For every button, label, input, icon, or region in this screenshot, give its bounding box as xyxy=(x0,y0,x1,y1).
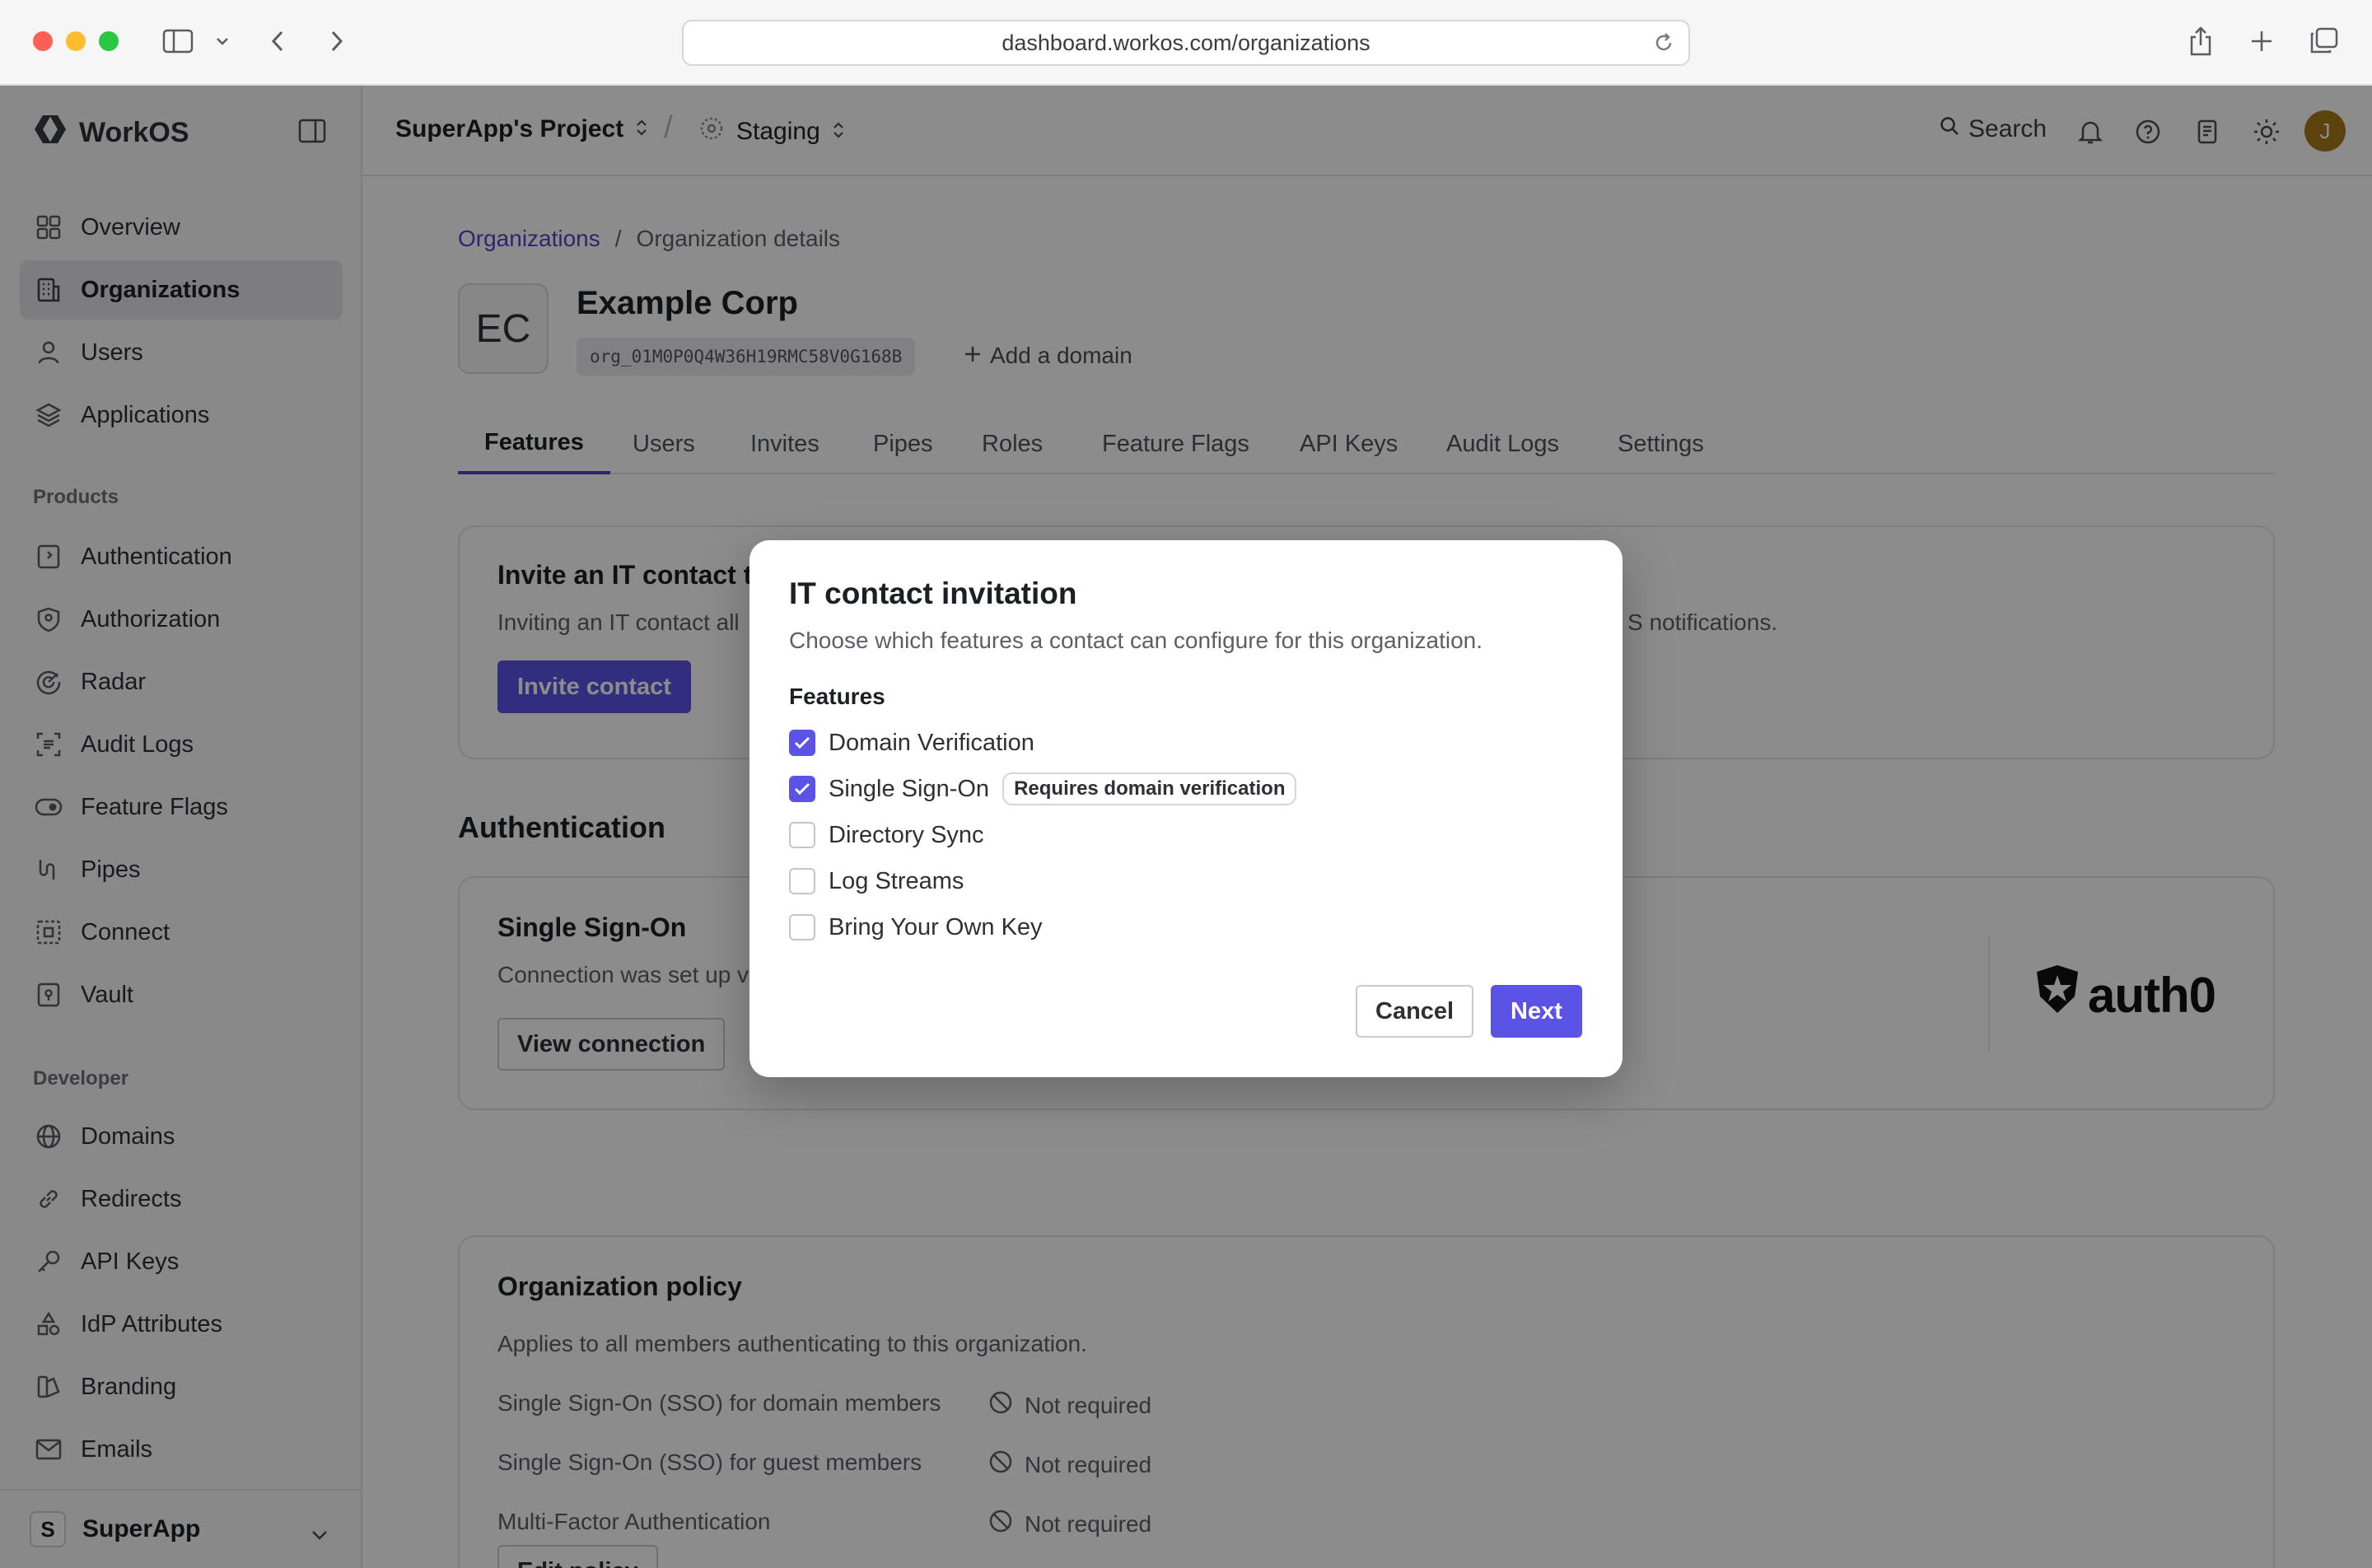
minimize-window-button[interactable] xyxy=(66,31,86,51)
it-contact-invitation-dialog: IT contact invitation Choose which featu… xyxy=(749,540,1623,1077)
dialog-description: Choose which features a contact can conf… xyxy=(789,628,1483,653)
url-text: dashboard.workos.com/organizations xyxy=(1002,30,1370,55)
dialog-title: IT contact invitation xyxy=(789,576,1077,610)
new-tab-icon[interactable] xyxy=(2247,23,2276,59)
chevron-down-icon[interactable] xyxy=(212,23,232,59)
option-bring-your-own-key[interactable]: Bring Your Own Key xyxy=(789,911,1043,944)
checkbox-unchecked[interactable] xyxy=(789,868,815,894)
cancel-button[interactable]: Cancel xyxy=(1356,985,1474,1038)
requires-domain-verification-badge: Requires domain verification xyxy=(1002,772,1297,805)
checkbox-checked[interactable] xyxy=(789,776,815,802)
option-single-sign-on[interactable]: Single Sign-On Requires domain verificat… xyxy=(789,772,1297,805)
back-arrow-icon[interactable] xyxy=(265,23,290,59)
option-domain-verification[interactable]: Domain Verification xyxy=(789,726,1034,759)
zoom-window-button[interactable] xyxy=(99,31,119,51)
browser-toolbar: dashboard.workos.com/organizations xyxy=(0,0,2372,86)
sidebar-toggle-icon[interactable] xyxy=(160,23,196,59)
close-window-button[interactable] xyxy=(33,31,53,51)
option-log-streams[interactable]: Log Streams xyxy=(789,865,964,898)
option-label: Directory Sync xyxy=(829,821,984,848)
share-icon[interactable] xyxy=(2186,23,2216,59)
checkbox-unchecked[interactable] xyxy=(789,822,815,848)
reload-icon[interactable] xyxy=(1652,31,1675,60)
option-label: Bring Your Own Key xyxy=(829,913,1043,940)
checkbox-checked[interactable] xyxy=(789,730,815,756)
checkbox-unchecked[interactable] xyxy=(789,914,815,940)
forward-arrow-icon[interactable] xyxy=(325,23,349,59)
features-label: Features xyxy=(789,684,885,709)
check-icon xyxy=(794,736,810,749)
option-label: Single Sign-On xyxy=(829,775,990,802)
option-label: Log Streams xyxy=(829,867,964,894)
option-label: Domain Verification xyxy=(829,729,1034,756)
next-button[interactable]: Next xyxy=(1491,985,1582,1038)
address-bar[interactable]: dashboard.workos.com/organizations xyxy=(682,20,1690,66)
option-directory-sync[interactable]: Directory Sync xyxy=(789,819,984,852)
check-icon xyxy=(794,782,810,796)
tab-overview-icon[interactable] xyxy=(2308,23,2339,59)
